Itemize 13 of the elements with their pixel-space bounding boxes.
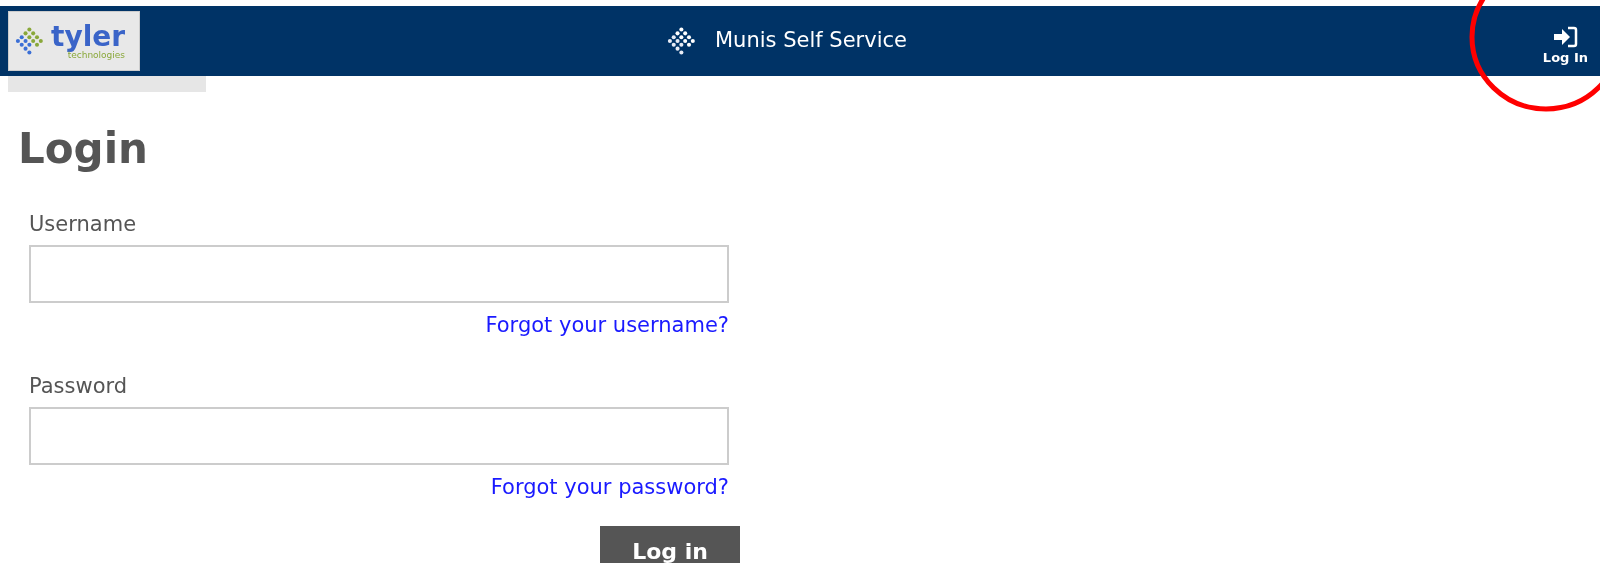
sign-in-icon <box>1552 26 1579 49</box>
logo[interactable]: tyler technologies <box>8 11 140 71</box>
forgot-link[interactable]: Forgot your password? <box>490 477 729 498</box>
login-button[interactable]: Log In <box>1542 26 1588 68</box>
input-field[interactable] <box>29 407 729 465</box>
login-submit-button[interactable]: Log in <box>600 526 740 563</box>
page-heading: Login <box>18 128 149 170</box>
field-label: Username <box>29 214 138 235</box>
app-title: Munis Self Service <box>715 27 907 55</box>
logo-name: tyler <box>51 22 126 51</box>
field-label: Password <box>29 376 129 397</box>
forgot-link[interactable]: Forgot your username? <box>485 315 729 336</box>
input-field[interactable] <box>29 245 729 303</box>
